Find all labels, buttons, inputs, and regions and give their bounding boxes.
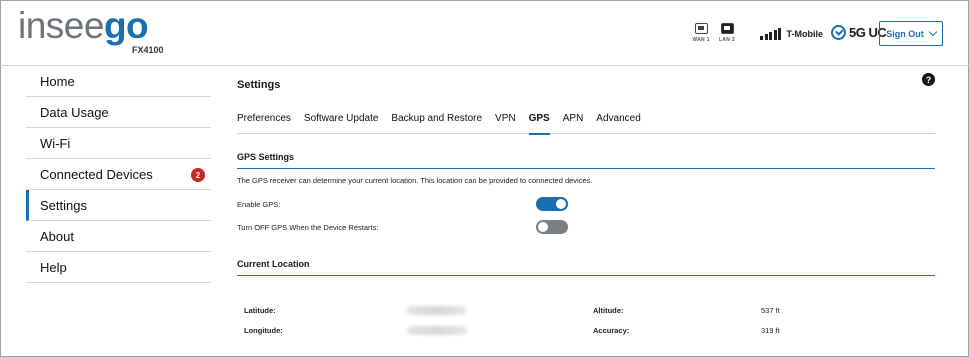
carrier-name: T-Mobile (786, 29, 824, 39)
sidebar: Home Data Usage Wi-Fi Connected Devices … (26, 66, 211, 283)
sidebar-item-label: Settings (40, 197, 87, 213)
signal-strength-icon (760, 28, 783, 40)
gps-settings-heading: GPS Settings (237, 152, 935, 169)
tab-vpn[interactable]: VPN (495, 102, 516, 134)
altitude-value: 537 ft (761, 306, 780, 315)
header: inseego FX4100 WAN 1 LAN 2 T-Mobile 5G U… (0, 0, 969, 66)
sidebar-item-label: Wi-Fi (40, 135, 71, 151)
ethernet-port-icon (720, 23, 734, 34)
tab-advanced[interactable]: Advanced (596, 102, 640, 134)
toggle-knob (538, 222, 548, 232)
accuracy-value: 319 ft (761, 326, 780, 335)
lan-label: LAN 2 (719, 37, 735, 43)
wan-port-status: WAN 1 (690, 23, 712, 43)
sidebar-item-label: Data Usage (40, 104, 109, 120)
sidebar-item-home[interactable]: Home (26, 66, 211, 97)
turn-off-gps-toggle[interactable] (536, 220, 568, 234)
sidebar-item-label: About (40, 228, 74, 244)
latitude-label: Latitude: (244, 306, 276, 315)
altitude-label: Altitude: (593, 306, 624, 315)
sidebar-item-connected-devices[interactable]: Connected Devices 2 (26, 159, 211, 190)
ethernet-port-icon (694, 23, 708, 34)
sidebar-item-help[interactable]: Help (26, 252, 211, 283)
enable-gps-label: Enable GPS: (237, 200, 281, 209)
section-divider (237, 275, 935, 276)
settings-tabs: Preferences Software Update Backup and R… (237, 102, 935, 135)
sidebar-item-label: Connected Devices (40, 166, 153, 182)
accuracy-label: Accuracy: (593, 326, 630, 335)
section-divider (237, 168, 935, 169)
sign-out-label: Sign Out (886, 28, 924, 39)
help-icon[interactable]: ? (922, 73, 935, 86)
wan-label: WAN 1 (692, 37, 710, 43)
longitude-label: Longitude: (244, 326, 283, 335)
sidebar-item-label: Help (40, 259, 67, 275)
sidebar-item-label: Home (40, 73, 75, 89)
page-title: Settings (237, 79, 281, 91)
lan-port-status: LAN 2 (716, 23, 738, 43)
device-model: FX4100 (132, 45, 164, 55)
latitude-value-redacted (407, 306, 467, 315)
network-type: 5G UC (831, 25, 887, 40)
section-title-text: Current Location (237, 259, 310, 269)
enable-gps-toggle[interactable] (536, 197, 568, 211)
tab-apn[interactable]: APN (563, 102, 584, 134)
sign-out-button[interactable]: Sign Out (879, 21, 943, 46)
current-location-heading: Current Location (237, 259, 935, 276)
sidebar-item-settings[interactable]: Settings (26, 190, 211, 221)
sidebar-item-wifi[interactable]: Wi-Fi (26, 128, 211, 159)
section-title-text: GPS Settings (237, 152, 295, 162)
chevron-down-icon (928, 27, 937, 37)
sidebar-item-data-usage[interactable]: Data Usage (26, 97, 211, 128)
check-badge-icon (831, 25, 846, 40)
toggle-knob (556, 199, 566, 209)
sidebar-item-about[interactable]: About (26, 221, 211, 252)
inseego-logo: inseego (18, 5, 149, 46)
status-bar: WAN 1 LAN 2 T-Mobile 5G UC (690, 23, 887, 49)
tab-backup-and-restore[interactable]: Backup and Restore (391, 102, 482, 134)
tab-preferences[interactable]: Preferences (237, 102, 291, 134)
longitude-value-redacted (407, 326, 467, 335)
gps-description: The GPS receiver can determine your curr… (237, 176, 593, 185)
device-count-badge: 2 (191, 168, 205, 182)
tab-software-update[interactable]: Software Update (304, 102, 379, 134)
tab-gps[interactable]: GPS (528, 102, 550, 135)
turn-off-gps-label: Turn OFF GPS When the Device Restarts: (237, 223, 379, 232)
